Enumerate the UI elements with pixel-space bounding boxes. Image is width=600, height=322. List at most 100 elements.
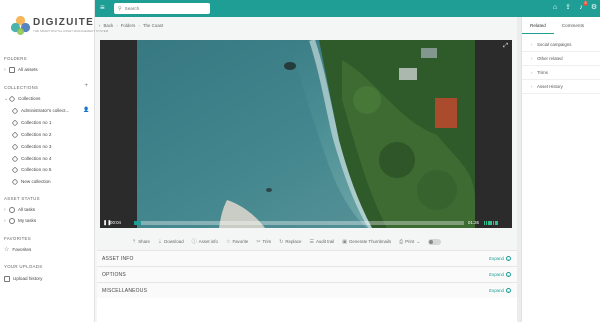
progress-bar[interactable] (134, 220, 464, 225)
related-item-trims[interactable]: › Trims (522, 66, 600, 80)
options-panel[interactable]: OPTIONS Expand ⌄ (97, 266, 517, 282)
related-item-asset-history[interactable]: › Asset History (522, 80, 600, 94)
favorite-button[interactable]: ☆ Favorite (226, 239, 248, 245)
asset-action-bar: ⇡ Share ⇣ Download ⓘ Asset info ☆ Favorite ✂… (132, 238, 442, 245)
related-item-social-campaigns[interactable]: › Social campaigns (522, 38, 600, 52)
progress-fill (134, 220, 141, 225)
sidebar-item-collection[interactable]: Collection no 3 (11, 142, 52, 151)
sidebar-item-favorites[interactable]: ☆ Favorites (4, 245, 31, 254)
duration: 01:26 (468, 220, 479, 225)
folders-section-title: FOLDERS (4, 56, 27, 61)
tab-comments[interactable]: Comments (554, 17, 592, 34)
shared-user-icon: 👤 (83, 107, 90, 113)
sidebar-item-label: Collection no 3 (21, 144, 52, 149)
content-area (97, 298, 517, 322)
menu-icon[interactable]: ≡ (100, 4, 108, 12)
sidebar-item-label: Collections (18, 96, 41, 101)
expand-button[interactable]: Expand ⌄ (489, 288, 511, 293)
sidebar-item-label: My tasks (18, 218, 37, 223)
print-icon: ⎙ (399, 238, 404, 245)
gear-icon[interactable]: ⚙ (590, 4, 598, 12)
related-item-other-related[interactable]: › Other related (522, 52, 600, 66)
chevron-down-icon: ⌄ (416, 238, 421, 245)
collection-icon (11, 166, 19, 173)
chevron-down-icon: ⌄ (506, 288, 511, 293)
sidebar-item-label: Collection no 2 (21, 132, 52, 137)
sidebar-item-collection[interactable]: Collection no 1 (11, 118, 51, 127)
chevron-down-icon: ⌄ (506, 272, 511, 277)
print-button[interactable]: ⎙ Print ⌄ (399, 239, 420, 245)
replace-button[interactable]: ↻ Replace (279, 239, 301, 245)
sidebar-item-collection[interactable]: Collection no 4 (11, 154, 52, 163)
folder-icon (4, 275, 10, 282)
sidebar-item-all-tasks[interactable]: › All tasks (4, 205, 35, 214)
logo[interactable]: DIGIZUITE THE SMART DIGITAL ASSET MANAGE… (10, 15, 108, 37)
breadcrumb-separator: › (138, 23, 140, 28)
sidebar-item-collections[interactable]: ⌄ Collections (4, 94, 40, 103)
current-time: 00:04 (110, 220, 121, 225)
video-frame[interactable] (137, 40, 475, 228)
upload-icon[interactable]: ⇪ (564, 4, 572, 12)
right-panel: Related Comments › Social campaigns › Othe… (521, 17, 600, 322)
panel-title: ASSET INFO (102, 255, 134, 262)
sidebar-item-label: Favorites (12, 247, 32, 252)
add-collection-icon[interactable]: + (84, 83, 88, 89)
player-controls: ❚❚ 00:04 01:26 (100, 217, 512, 228)
trim-button[interactable]: ✂ Trim (256, 239, 271, 245)
view-toggle[interactable] (428, 238, 442, 245)
tab-related[interactable]: Related (522, 17, 554, 34)
audit-icon: ☰ (309, 238, 314, 245)
expand-button[interactable]: Expand ⌄ (489, 256, 511, 261)
search-box[interactable]: ⚲ (114, 3, 210, 14)
panel-title: MISCELLANEOUS (102, 287, 148, 294)
sidebar-item-upload-history[interactable]: Upload history (4, 274, 42, 283)
audit-trail-button[interactable]: ☰ Audit trail (309, 239, 334, 245)
breadcrumb-current: The Coast (142, 23, 164, 28)
related-item-label: Other related (537, 56, 563, 61)
logo-mark-icon (10, 15, 31, 36)
generate-thumbnails-button[interactable]: ▣ Generate Thumbnails (342, 239, 391, 245)
sidebar-item-label: Collection no 4 (21, 156, 52, 161)
action-label: Trim (262, 239, 272, 244)
related-item-label: Social campaigns (537, 42, 572, 47)
action-label: Download (164, 239, 184, 244)
volume-slider[interactable] (484, 220, 498, 225)
brand-tagline: THE SMART DIGITAL ASSET MANAGEMENT SYSTE… (33, 29, 109, 33)
asset-info-button[interactable]: ⓘ Asset info (192, 238, 218, 245)
collection-icon (11, 107, 19, 114)
related-item-label: Asset History (537, 84, 563, 89)
folder-icon (9, 66, 15, 73)
breadcrumb-folders[interactable]: Folders (121, 23, 136, 28)
miscellaneous-panel[interactable]: MISCELLANEOUS Expand ⌄ (97, 282, 517, 298)
panel-title: OPTIONS (102, 271, 126, 278)
back-icon[interactable]: ‹ (99, 23, 100, 28)
pause-icon[interactable]: ❚❚ (103, 220, 111, 226)
sidebar-item-collection[interactable]: Collection no 5 (11, 165, 52, 174)
home-icon[interactable]: ⌂ (551, 4, 559, 12)
action-label: Asset info (198, 239, 218, 244)
sidebar-item-all-assets[interactable]: › All assets (4, 65, 38, 74)
collection-icon (11, 155, 19, 162)
sidebar-item-collection[interactable]: Collection no 2 (11, 130, 52, 139)
action-label: Share (138, 239, 150, 244)
expand-label: Expand (489, 256, 504, 261)
sidebar-item-new-collection[interactable]: New collection (11, 177, 51, 186)
download-button[interactable]: ⇣ Download (158, 239, 184, 245)
action-label: Favorite (232, 239, 249, 244)
notification-badge: 3 (583, 1, 588, 6)
sidebar-item-collection[interactable]: Administrator's collect... (11, 106, 69, 115)
video-player[interactable]: ⤢ ❚❚ 00:04 01:26 (100, 40, 512, 228)
search-input[interactable] (124, 6, 205, 11)
share-button[interactable]: ⇡ Share (132, 239, 150, 245)
action-label: Audit trail (315, 239, 335, 244)
sidebar-item-my-tasks[interactable]: › My tasks (4, 216, 36, 225)
expand-button[interactable]: Expand ⌄ (489, 272, 511, 277)
asset-info-panel[interactable]: ASSET INFO Expand ⌄ (97, 250, 517, 266)
collections-section-title: COLLECTIONS (4, 85, 39, 90)
sidebar-item-label: Collection no 5 (21, 167, 52, 172)
fullscreen-icon[interactable]: ⤢ (503, 43, 508, 50)
sidebar: DIGIZUITE THE SMART DIGITAL ASSET MANAGE… (0, 0, 108, 322)
favorites-section-title: FAVORITES (4, 236, 32, 241)
breadcrumb-back[interactable]: Back (103, 23, 113, 28)
sidebar-item-label: New collection (21, 179, 51, 184)
